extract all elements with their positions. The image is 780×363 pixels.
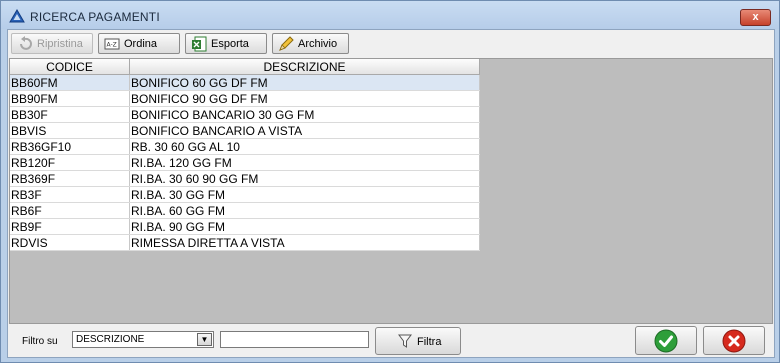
column-header-descrizione[interactable]: DESCRIZIONE [129, 59, 480, 75]
cell-descrizione: BONIFICO 60 GG DF FM [129, 74, 480, 91]
esporta-button[interactable]: Esporta [185, 33, 267, 54]
cell-codice: RB36GF10 [10, 138, 130, 155]
undo-icon [20, 36, 32, 50]
ordina-button[interactable]: A-Z Ordina [98, 33, 180, 54]
table-row[interactable]: BBVIS BONIFICO BANCARIO A VISTA [10, 122, 480, 139]
table-row[interactable]: RB36GF10 RB. 30 60 GG AL 10 [10, 138, 480, 155]
payments-grid: CODICE DESCRIZIONE BB60FM BONIFICO 60 GG… [9, 58, 773, 324]
cell-codice: RB6F [10, 202, 130, 219]
window-title: RICERCA PAGAMENTI [30, 10, 160, 24]
pencil-icon [279, 36, 294, 51]
cell-codice: BB60FM [10, 74, 130, 91]
cell-codice: BB30F [10, 106, 130, 123]
payments-table: CODICE DESCRIZIONE BB60FM BONIFICO 60 GG… [10, 59, 480, 251]
table-row[interactable]: RB3F RI.BA. 30 GG FM [10, 186, 480, 203]
cell-descrizione: RI.BA. 120 GG FM [129, 154, 480, 171]
archivio-button[interactable]: Archivio [272, 33, 349, 54]
dialog-body: Ripristina A-Z Ordina Esporta Archivio C… [7, 29, 775, 358]
confirm-button[interactable] [635, 326, 697, 355]
column-header-codice[interactable]: CODICE [10, 59, 130, 75]
cell-codice: RB9F [10, 218, 130, 235]
filter-field-select[interactable]: DESCRIZIONE ▼ [72, 331, 214, 348]
cell-descrizione: RB. 30 60 GG AL 10 [129, 138, 480, 155]
table-row[interactable]: RB6F RI.BA. 60 GG FM [10, 202, 480, 219]
svg-text:A-Z: A-Z [107, 42, 117, 49]
cell-descrizione: RI.BA. 30 60 90 GG FM [129, 170, 480, 187]
filter-text-input[interactable] [220, 331, 369, 348]
ripristina-button[interactable]: Ripristina [11, 33, 93, 54]
funnel-icon [398, 334, 412, 348]
cell-codice: RB3F [10, 186, 130, 203]
cell-codice: BBVIS [10, 122, 130, 139]
close-button[interactable]: x [740, 9, 771, 26]
table-row[interactable]: BB30F BONIFICO BANCARIO 30 GG FM [10, 106, 480, 123]
checkmark-icon [654, 329, 678, 353]
cell-codice: RDVIS [10, 234, 130, 251]
filtra-button[interactable]: Filtra [375, 327, 461, 355]
cell-descrizione: RI.BA. 60 GG FM [129, 202, 480, 219]
table-row[interactable]: RDVIS RIMESSA DIRETTA A VISTA [10, 234, 480, 251]
table-row[interactable]: RB369F RI.BA. 30 60 90 GG FM [10, 170, 480, 187]
cancel-button[interactable] [703, 326, 765, 355]
filter-label: Filtro su [22, 336, 58, 347]
cell-codice: BB90FM [10, 90, 130, 107]
cell-descrizione: RI.BA. 30 GG FM [129, 186, 480, 203]
cell-descrizione: RI.BA. 90 GG FM [129, 218, 480, 235]
app-logo-icon [9, 9, 25, 23]
table-row[interactable]: BB90FM BONIFICO 90 GG DF FM [10, 90, 480, 107]
table-row[interactable]: RB9F RI.BA. 90 GG FM [10, 218, 480, 235]
title-bar[interactable]: RICERCA PAGAMENTI x [1, 1, 779, 29]
cell-codice: RB369F [10, 170, 130, 187]
cell-descrizione: BONIFICO BANCARIO 30 GG FM [129, 106, 480, 123]
table-row[interactable]: RB120F RI.BA. 120 GG FM [10, 154, 480, 171]
toolbar: Ripristina A-Z Ordina Esporta Archivio [8, 30, 774, 58]
sort-icon: A-Z [104, 38, 120, 50]
cell-descrizione: BONIFICO BANCARIO A VISTA [129, 122, 480, 139]
cancel-x-icon [722, 329, 746, 353]
window: RICERCA PAGAMENTI x Ripristina A-Z Ordin… [0, 0, 780, 363]
filter-bar: Filtro su DESCRIZIONE ▼ Filtra [8, 324, 774, 357]
table-row[interactable]: BB60FM BONIFICO 60 GG DF FM [10, 74, 480, 91]
cell-descrizione: BONIFICO 90 GG DF FM [129, 90, 480, 107]
chevron-down-icon[interactable]: ▼ [197, 333, 212, 346]
excel-icon [192, 36, 207, 52]
cell-descrizione: RIMESSA DIRETTA A VISTA [129, 234, 480, 251]
cell-codice: RB120F [10, 154, 130, 171]
filter-field-value: DESCRIZIONE [76, 334, 145, 345]
